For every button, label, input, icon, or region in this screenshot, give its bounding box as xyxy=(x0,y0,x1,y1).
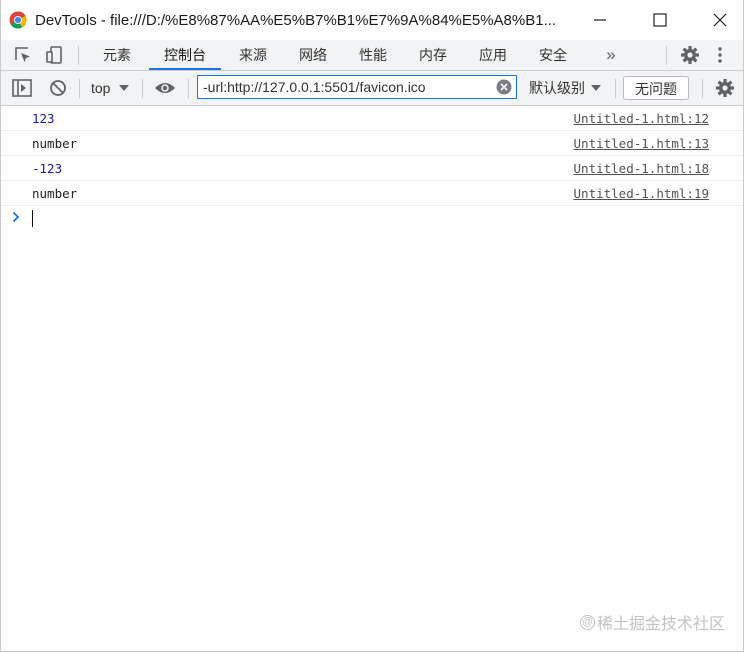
divider xyxy=(79,79,80,98)
kebab-menu-icon xyxy=(718,47,722,63)
dropdown-arrow-icon xyxy=(591,85,601,91)
close-icon xyxy=(713,13,727,27)
device-toggle-icon xyxy=(46,46,62,64)
message-source-link[interactable]: Untitled-1.html:13 xyxy=(574,136,709,152)
tab-performance[interactable]: 性能 xyxy=(354,40,392,70)
message-source-link[interactable]: Untitled-1.html:18 xyxy=(574,161,709,177)
log-levels-dropdown[interactable]: 默认级别 xyxy=(529,71,601,105)
watermark: @ 稀土掘金技术社区 xyxy=(579,610,725,634)
settings-button[interactable] xyxy=(678,40,702,70)
live-expression-button[interactable] xyxy=(153,71,177,105)
active-tab-indicator xyxy=(149,68,221,70)
console-toolbar: top 默认级别 xyxy=(1,71,743,106)
prompt-chevron-icon xyxy=(12,211,20,223)
filter-input[interactable] xyxy=(203,76,491,98)
message-text: number xyxy=(32,136,78,151)
more-tabs-button[interactable]: » xyxy=(599,40,623,70)
window-title: DevTools - file:///D:/%E8%87%AA%E5%B7%B1… xyxy=(35,11,557,29)
tab-network[interactable]: 网络 xyxy=(294,40,332,70)
tab-elements[interactable]: 元素 xyxy=(98,40,136,70)
message-text: 123 xyxy=(32,111,55,126)
sidebar-toggle-button[interactable] xyxy=(11,71,33,105)
divider xyxy=(78,46,79,65)
clear-console-icon xyxy=(50,80,66,96)
minimize-icon xyxy=(594,19,606,21)
context-value: top xyxy=(91,80,111,96)
tab-security[interactable]: 安全 xyxy=(534,40,572,70)
watermark-text: 稀土掘金技术社区 xyxy=(596,616,725,633)
inspect-element-button[interactable] xyxy=(11,40,35,70)
dropdown-arrow-icon xyxy=(119,85,130,91)
divider xyxy=(666,46,667,65)
chrome-icon xyxy=(9,11,27,29)
customize-menu-button[interactable] xyxy=(711,40,729,70)
eye-icon xyxy=(155,83,175,93)
devtools-window: DevTools - file:///D:/%E8%87%AA%E5%B7%B1… xyxy=(0,0,744,652)
console-message: number Untitled-1.html:13 xyxy=(1,131,743,156)
console-prompt[interactable] xyxy=(1,206,743,232)
maximize-button[interactable] xyxy=(637,0,683,40)
tab-memory[interactable]: 内存 xyxy=(414,40,452,70)
console-messages: 123 Untitled-1.html:12 number Untitled-1… xyxy=(1,106,743,232)
sidebar-toggle-icon xyxy=(12,79,32,97)
divider xyxy=(615,79,616,98)
close-button[interactable] xyxy=(697,0,743,40)
message-source-link[interactable]: Untitled-1.html:12 xyxy=(574,111,709,127)
message-source-link[interactable]: Untitled-1.html:19 xyxy=(574,186,709,202)
console-message: -123 Untitled-1.html:18 xyxy=(1,156,743,181)
console-message: number Untitled-1.html:19 xyxy=(1,181,743,206)
issues-button[interactable]: 无问题 xyxy=(623,76,689,100)
maximize-icon xyxy=(653,13,667,27)
inspect-element-icon xyxy=(15,47,30,62)
log-levels-label: 默认级别 xyxy=(529,80,585,96)
gear-icon xyxy=(716,79,734,97)
console-settings-button[interactable] xyxy=(713,71,737,105)
tab-console[interactable]: 控制台 xyxy=(149,40,221,70)
text-cursor xyxy=(32,210,33,227)
divider xyxy=(188,79,189,98)
tab-sources[interactable]: 来源 xyxy=(234,40,272,70)
divider xyxy=(142,79,143,98)
device-toggle-button[interactable] xyxy=(43,40,67,70)
clear-console-button[interactable] xyxy=(47,71,69,105)
message-text: number xyxy=(32,186,78,201)
title-bar: DevTools - file:///D:/%E8%87%AA%E5%B7%B1… xyxy=(1,0,743,40)
panel-tabs-bar: 元素 控制台 来源 网络 性能 内存 应用 安全 » xyxy=(1,40,743,71)
gear-icon xyxy=(681,46,699,64)
clear-filter-icon[interactable] xyxy=(496,79,512,95)
at-icon: @ xyxy=(579,614,595,630)
context-selector[interactable]: top xyxy=(91,71,130,105)
tab-application[interactable]: 应用 xyxy=(474,40,512,70)
minimize-button[interactable] xyxy=(577,0,623,40)
message-text: -123 xyxy=(32,161,63,176)
filter-box xyxy=(197,75,517,99)
console-message: 123 Untitled-1.html:12 xyxy=(1,106,743,131)
divider xyxy=(702,79,703,98)
